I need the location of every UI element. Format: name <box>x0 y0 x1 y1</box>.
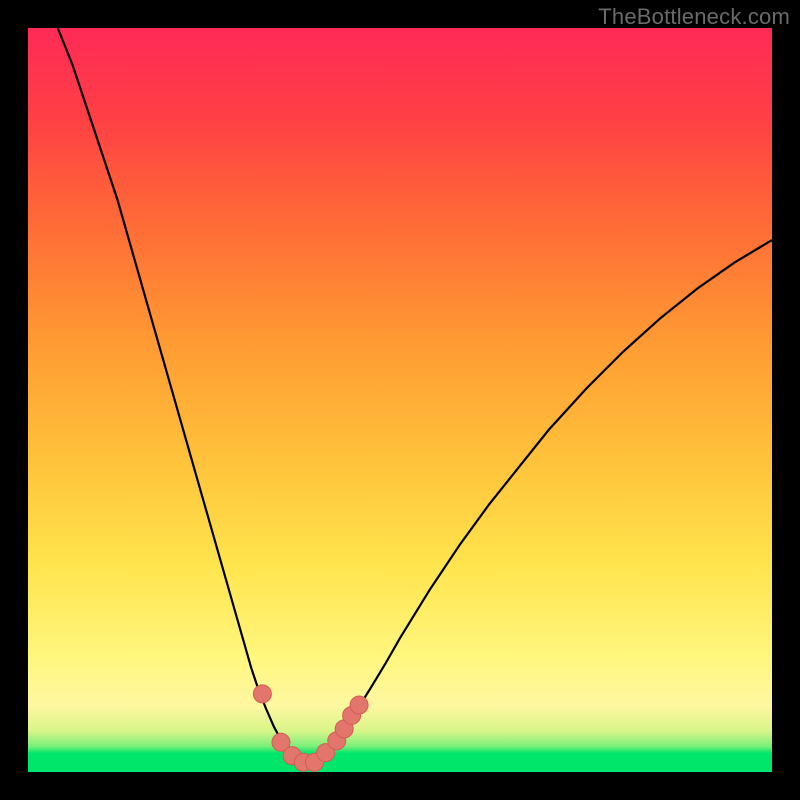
chart-svg <box>28 28 772 772</box>
bottleneck-curve <box>58 28 772 762</box>
plot-area <box>28 28 772 772</box>
chart-frame: TheBottleneck.com <box>0 0 800 800</box>
marker-point <box>350 696 368 714</box>
highlight-markers <box>253 685 368 771</box>
watermark-text: TheBottleneck.com <box>598 4 790 30</box>
marker-point <box>253 685 271 703</box>
